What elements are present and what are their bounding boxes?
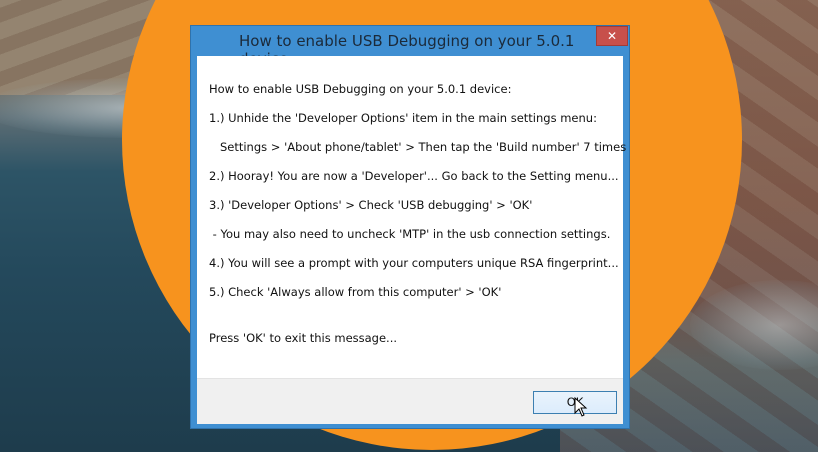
message-line: 5.) Check 'Always allow from this comput… bbox=[209, 285, 502, 299]
mouse-pointer-icon bbox=[574, 397, 588, 417]
dialog-content: How to enable USB Debugging on your 5.0.… bbox=[197, 56, 626, 424]
message-line: 1.) Unhide the 'Developer Options' item … bbox=[209, 111, 597, 125]
message-line: 2.) Hooray! You are now a 'Developer'...… bbox=[209, 169, 619, 183]
message-dialog: How to enable USB Debugging on your 5.0.… bbox=[190, 25, 630, 429]
dialog-button-bar: OK bbox=[197, 378, 623, 424]
dialog-title-bar[interactable]: How to enable USB Debugging on your 5.0.… bbox=[191, 26, 629, 68]
dialog-message: How to enable USB Debugging on your 5.0.… bbox=[209, 82, 626, 345]
message-line: Press 'OK' to exit this message... bbox=[209, 331, 398, 345]
message-line: 4.) You will see a prompt with your comp… bbox=[209, 256, 619, 270]
message-line: - You may also need to uncheck 'MTP' in … bbox=[209, 227, 611, 241]
message-line: How to enable USB Debugging on your 5.0.… bbox=[209, 82, 512, 96]
desktop-background: How to enable USB Debugging on your 5.0.… bbox=[0, 0, 818, 452]
message-line: 3.) 'Developer Options' > Check 'USB deb… bbox=[209, 198, 533, 212]
close-icon: ✕ bbox=[606, 29, 618, 43]
message-line: Settings > 'About phone/tablet' > Then t… bbox=[209, 140, 627, 154]
close-button[interactable]: ✕ bbox=[596, 26, 628, 46]
